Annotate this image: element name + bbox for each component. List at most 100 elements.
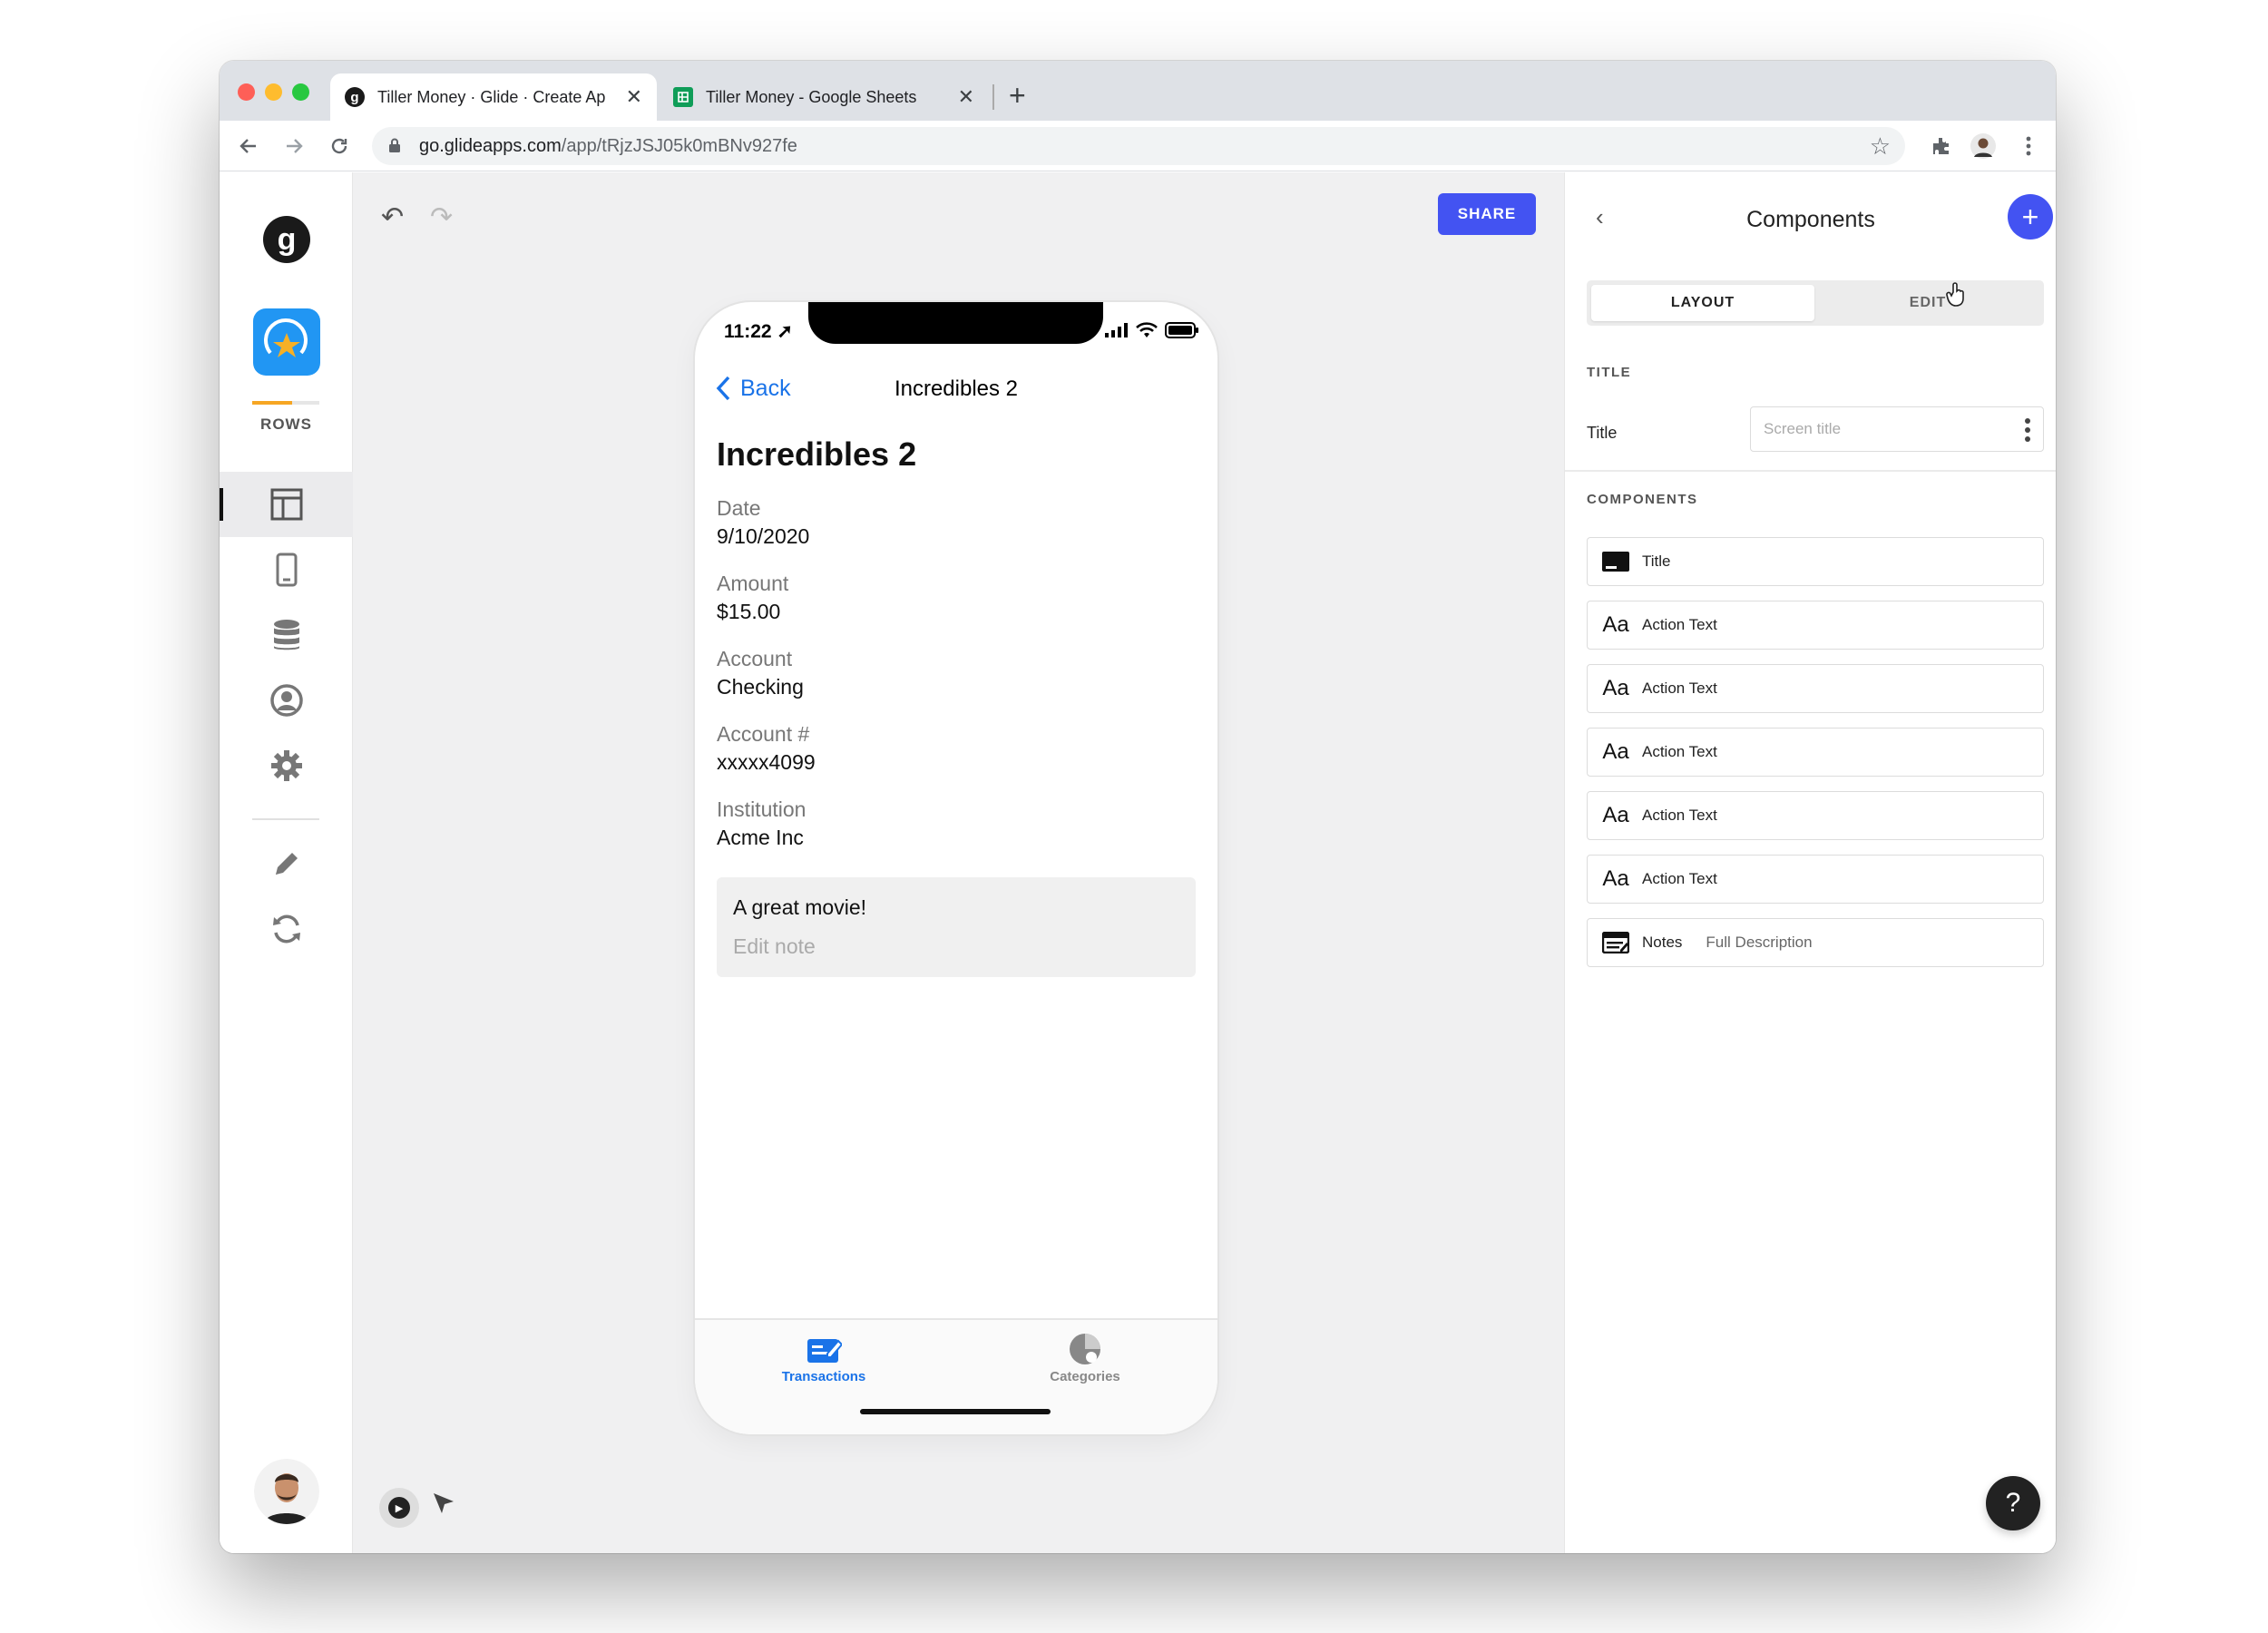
- play-preview-button[interactable]: ▶: [379, 1488, 419, 1528]
- glide-logo[interactable]: g: [263, 216, 310, 263]
- browser-menu-icon[interactable]: [2012, 130, 2045, 162]
- url-path: /app/tRjzJSJ05k0mBNv927fe: [561, 136, 797, 156]
- panel-title: Components: [1746, 207, 1875, 232]
- sidebar-item-edit[interactable]: [220, 831, 353, 896]
- detail-field-institution[interactable]: Institution Acme Inc: [717, 797, 806, 850]
- transactions-icon: [807, 1339, 842, 1363]
- text-aa-icon: Aa: [1602, 612, 1629, 637]
- maximize-window-button[interactable]: [292, 83, 309, 101]
- browser-tab-sheets[interactable]: Tiller Money - Google Sheets ✕: [659, 73, 989, 121]
- segment-layout[interactable]: LAYOUT: [1591, 285, 1814, 321]
- detail-field-account-number[interactable]: Account # xxxxx4099: [717, 722, 816, 775]
- status-icons: [1105, 322, 1199, 338]
- sidebar-item-data[interactable]: [220, 602, 353, 668]
- sidebar-item-sync[interactable]: [220, 896, 353, 962]
- sidebar-divider: [252, 818, 319, 820]
- user-avatar[interactable]: [254, 1459, 319, 1524]
- field-label: Account: [717, 647, 793, 670]
- browser-toolbar: go.glideapps.com/app/tRjzJSJ05k0mBNv927f…: [220, 121, 2056, 171]
- layout-edit-toggle: LAYOUT EDIT: [1587, 280, 2044, 326]
- detail-field-amount[interactable]: Amount $15.00: [717, 572, 788, 624]
- text-aa-icon: Aa: [1602, 739, 1629, 764]
- component-name: Title: [1642, 552, 1671, 570]
- app-star-icon[interactable]: [253, 308, 320, 376]
- field-value: xxxxx4099: [717, 750, 816, 774]
- field-value: Checking: [717, 675, 804, 699]
- title-component-icon: [1602, 552, 1629, 572]
- reload-icon[interactable]: [323, 130, 356, 162]
- lock-icon: [389, 138, 400, 152]
- close-tab-icon[interactable]: ✕: [949, 85, 974, 109]
- forward-arrow-icon[interactable]: [278, 130, 310, 162]
- address-bar[interactable]: go.glideapps.com/app/tRjzJSJ05k0mBNv927f…: [372, 127, 1905, 165]
- component-row-action-text[interactable]: Aa Action Text: [1587, 601, 2044, 650]
- left-sidebar: g ROWS: [220, 172, 353, 1553]
- component-row-title[interactable]: Title: [1587, 537, 2044, 586]
- share-button[interactable]: SHARE: [1438, 193, 1536, 235]
- field-value: Acme Inc: [717, 826, 804, 849]
- profile-avatar[interactable]: [1967, 130, 1999, 162]
- component-row-action-text[interactable]: Aa Action Text: [1587, 664, 2044, 713]
- location-arrow-icon: ➚: [777, 321, 794, 342]
- field-label: Amount: [717, 572, 789, 595]
- component-column: Full Description: [1706, 934, 1813, 951]
- cursor-arrow-icon[interactable]: [430, 1490, 457, 1517]
- url-host: go.glideapps.com: [419, 136, 562, 156]
- sidebar-item-settings[interactable]: [220, 733, 353, 798]
- redo-icon[interactable]: ↷: [430, 201, 453, 233]
- pencil-icon: [275, 853, 298, 875]
- segment-edit[interactable]: EDIT: [1816, 285, 2039, 321]
- back-arrow-icon[interactable]: [232, 130, 265, 162]
- component-row-action-text[interactable]: Aa Action Text: [1587, 855, 2044, 904]
- text-aa-icon: Aa: [1602, 803, 1629, 827]
- wifi-icon: [1136, 322, 1158, 337]
- edit-note-link[interactable]: Edit note: [733, 934, 1179, 959]
- play-icon: ▶: [388, 1497, 410, 1519]
- title-field-label: Title: [1587, 424, 1618, 442]
- phone-notch: [808, 302, 1103, 344]
- detail-field-account[interactable]: Account Checking: [717, 647, 804, 699]
- notes-component-icon: [1602, 932, 1629, 953]
- field-value: 9/10/2020: [717, 524, 810, 548]
- tab-label: Transactions: [781, 1369, 866, 1384]
- phone-nav-title: Incredibles 2: [894, 376, 1019, 401]
- title-section-heading: TITLE: [1587, 365, 1632, 380]
- add-component-button[interactable]: +: [2008, 194, 2053, 240]
- help-button[interactable]: ?: [1986, 1476, 2040, 1530]
- screen-title-input[interactable]: [1750, 406, 2044, 452]
- sync-icon: [272, 914, 300, 944]
- component-row-action-text[interactable]: Aa Action Text: [1587, 791, 2044, 840]
- minimize-window-button[interactable]: [265, 83, 282, 101]
- tab-label: Categories: [1050, 1369, 1120, 1384]
- panel-divider: [1565, 470, 2056, 472]
- tab-separator: [992, 84, 994, 110]
- bookmark-star-icon[interactable]: ☆: [1870, 132, 1891, 161]
- components-panel: ‹ Components + LAYOUT EDIT TITLE Title C…: [1564, 172, 2056, 1553]
- more-options-icon[interactable]: [2025, 418, 2030, 442]
- undo-icon[interactable]: ↶: [381, 201, 404, 233]
- hand-cursor-icon: [1946, 282, 1964, 307]
- component-row-notes[interactable]: Notes Full Description: [1587, 918, 2044, 967]
- sidebar-item-layout[interactable]: [220, 472, 353, 537]
- glide-g-icon: g: [345, 87, 365, 107]
- browser-tab-glide[interactable]: g Tiller Money · Glide · Create Ap ✕: [330, 73, 657, 121]
- detail-field-date[interactable]: Date 9/10/2020: [717, 496, 809, 549]
- component-row-action-text[interactable]: Aa Action Text: [1587, 728, 2044, 777]
- screen-title-field[interactable]: [1764, 420, 2009, 438]
- sidebar-item-preview[interactable]: [220, 537, 353, 602]
- tab-transactions[interactable]: Transactions: [733, 1329, 914, 1384]
- close-window-button[interactable]: [238, 83, 255, 101]
- browser-window: g Tiller Money · Glide · Create Ap ✕ Til…: [220, 61, 2056, 1553]
- tab-strip: g Tiller Money · Glide · Create Ap ✕ Til…: [220, 61, 2056, 121]
- rows-label: ROWS: [260, 416, 312, 433]
- status-time: 11:22 ➚: [724, 321, 794, 342]
- close-tab-icon[interactable]: ✕: [617, 85, 642, 109]
- database-icon: [273, 620, 299, 650]
- component-name: Action Text: [1642, 870, 1717, 887]
- note-card[interactable]: A great movie! Edit note: [717, 877, 1196, 977]
- extensions-puzzle-icon[interactable]: [1925, 130, 1958, 162]
- tab-categories[interactable]: Categories: [994, 1329, 1176, 1384]
- tab-title: Tiller Money · Glide · Create Ap: [377, 87, 606, 106]
- new-tab-button[interactable]: +: [1009, 79, 1026, 112]
- sidebar-item-users[interactable]: [220, 668, 353, 733]
